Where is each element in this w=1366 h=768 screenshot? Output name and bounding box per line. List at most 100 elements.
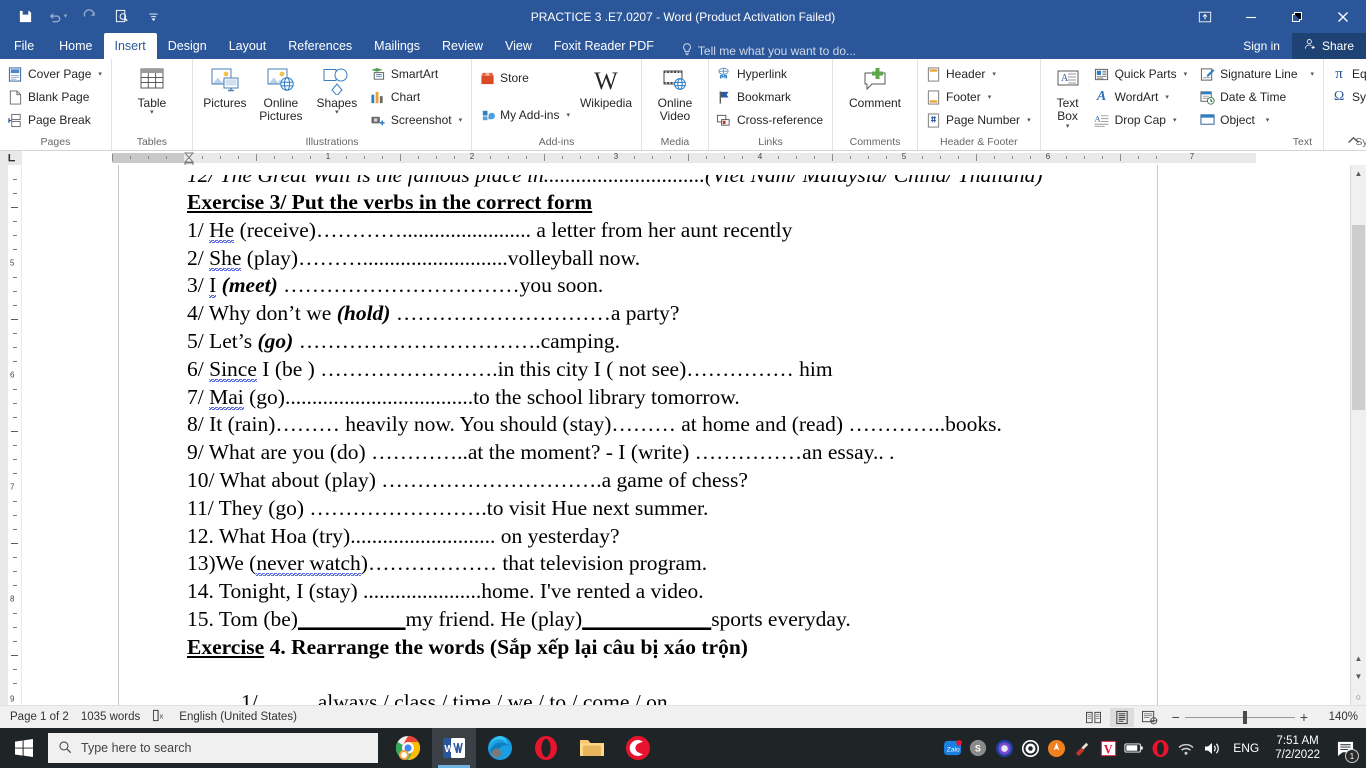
quick-parts-button[interactable]: Quick Parts ▾: [1092, 63, 1192, 85]
tray-skype-icon[interactable]: S: [965, 728, 991, 768]
tab-references[interactable]: References: [277, 33, 363, 59]
comment-button[interactable]: Comment: [844, 63, 906, 110]
chevron-down-icon[interactable]: ▾: [150, 109, 154, 117]
object-button[interactable]: Object ▾: [1197, 109, 1318, 131]
blank-page-button[interactable]: Blank Page: [5, 86, 106, 108]
start-button[interactable]: [0, 728, 48, 768]
tab-view[interactable]: View: [494, 33, 543, 59]
footer-button[interactable]: Footer ▾: [923, 86, 1035, 108]
vertical-scrollbar[interactable]: ▲ ▲ ○ ▼: [1350, 165, 1366, 705]
ribbon-display-options-icon[interactable]: [1182, 0, 1228, 33]
header-button[interactable]: Header ▾: [923, 63, 1035, 85]
tray-language[interactable]: ENG: [1225, 741, 1267, 755]
web-layout-button[interactable]: [1138, 708, 1162, 727]
taskbar-word-icon[interactable]: W: [432, 728, 476, 768]
scrollbar-thumb[interactable]: [1352, 225, 1365, 410]
print-preview-icon[interactable]: [106, 4, 136, 30]
status-page-number[interactable]: Page 1 of 2: [8, 711, 79, 723]
cover-page-button[interactable]: Cover Page ▾: [5, 63, 106, 85]
tray-zalo-icon[interactable]: Zalo: [939, 728, 965, 768]
undo-icon[interactable]: ▾: [42, 4, 72, 30]
previous-page-button[interactable]: ▲: [1351, 650, 1366, 667]
tray-cleaner-icon[interactable]: [1069, 728, 1095, 768]
online-pictures-button[interactable]: Online Pictures: [254, 63, 308, 124]
tray-battery-icon[interactable]: [1121, 728, 1147, 768]
chevron-down-icon[interactable]: ▾: [1266, 116, 1270, 124]
taskbar-ccleaner-icon[interactable]: [616, 728, 660, 768]
date-time-button[interactable]: Date & Time: [1197, 86, 1318, 108]
tray-firefox-icon[interactable]: [991, 728, 1017, 768]
tab-file[interactable]: File: [0, 33, 48, 59]
signature-line-button[interactable]: Signature Line ▾: [1197, 63, 1318, 85]
proofing-errors-icon[interactable]: x: [150, 709, 177, 725]
scroll-up-arrow-icon[interactable]: ▲: [1351, 165, 1366, 181]
tab-review[interactable]: Review: [431, 33, 494, 59]
horizontal-ruler[interactable]: 1 2 3 4 5 6 7: [0, 150, 1366, 168]
chevron-down-icon[interactable]: ▾: [1165, 93, 1169, 101]
hyperlink-button[interactable]: Hyperlink: [714, 63, 827, 85]
chevron-down-icon[interactable]: ▾: [566, 111, 570, 119]
page-number-button[interactable]: Page Number ▾: [923, 109, 1035, 131]
chart-button[interactable]: Chart: [368, 86, 466, 108]
taskbar-explorer-icon[interactable]: [570, 728, 614, 768]
chevron-down-icon[interactable]: ▾: [1027, 116, 1031, 124]
next-page-button[interactable]: ▼: [1351, 668, 1366, 685]
zoom-level[interactable]: 140%: [1318, 711, 1358, 723]
tab-layout[interactable]: Layout: [218, 33, 278, 59]
chevron-down-icon[interactable]: ▾: [988, 93, 992, 101]
zoom-in-button[interactable]: +: [1300, 709, 1308, 725]
save-icon[interactable]: [10, 4, 40, 30]
chevron-down-icon[interactable]: ▾: [1066, 123, 1070, 131]
page-break-button[interactable]: Page Break: [5, 109, 106, 131]
taskbar-chrome-icon[interactable]: [386, 728, 430, 768]
online-video-button[interactable]: Online Video: [651, 63, 699, 124]
print-layout-button[interactable]: [1109, 707, 1134, 727]
sign-in-button[interactable]: Sign in: [1231, 39, 1292, 53]
notification-center-button[interactable]: 1: [1328, 728, 1362, 768]
tray-orange-icon[interactable]: [1043, 728, 1069, 768]
symbol-button[interactable]: Ω Symbol ▾: [1329, 86, 1366, 108]
my-addins-button[interactable]: My Add-ins ▾: [477, 104, 574, 126]
tray-v-icon[interactable]: V: [1095, 728, 1121, 768]
zoom-handle[interactable]: [1242, 710, 1247, 724]
chevron-down-icon[interactable]: ▾: [1311, 70, 1315, 78]
tell-me-search[interactable]: Tell me what you want to do...: [681, 43, 856, 59]
tab-home[interactable]: Home: [48, 33, 103, 59]
status-language[interactable]: English (United States): [177, 711, 307, 723]
drop-cap-button[interactable]: A Drop Cap ▾: [1092, 109, 1192, 131]
zoom-track[interactable]: [1184, 710, 1295, 724]
chevron-down-icon[interactable]: ▾: [1184, 70, 1188, 78]
restore-button[interactable]: [1274, 0, 1320, 33]
document-text[interactable]: 12/ The Great Wall is the famous place i…: [119, 165, 1157, 705]
tray-wifi-icon[interactable]: [1173, 728, 1199, 768]
read-mode-button[interactable]: [1082, 708, 1106, 727]
tab-foxit-reader-pdf[interactable]: Foxit Reader PDF: [543, 33, 665, 59]
equation-button[interactable]: π Equation ▾: [1329, 63, 1366, 85]
tab-selector-button[interactable]: [0, 150, 22, 165]
select-browse-object-button[interactable]: ○: [1351, 688, 1366, 705]
taskbar-edge-icon[interactable]: [478, 728, 522, 768]
zoom-slider[interactable]: − +: [1166, 709, 1314, 725]
redo-icon[interactable]: [74, 4, 104, 30]
zoom-out-button[interactable]: −: [1172, 709, 1180, 725]
chevron-down-icon[interactable]: ▾: [1173, 116, 1177, 124]
chevron-down-icon[interactable]: ▾: [335, 109, 339, 117]
collapse-ribbon-button[interactable]: [1347, 136, 1360, 148]
share-button[interactable]: Share: [1291, 33, 1366, 59]
text-box-button[interactable]: A Text Box ▾: [1046, 63, 1090, 131]
wikipedia-button[interactable]: W Wikipedia: [576, 63, 636, 110]
taskbar-clock[interactable]: 7:51 AM 7/2/2022: [1267, 734, 1328, 762]
chevron-down-icon[interactable]: ▾: [98, 70, 102, 78]
screenshot-button[interactable]: Screenshot ▾: [368, 109, 466, 131]
chevron-down-icon[interactable]: ▾: [459, 116, 463, 124]
tab-mailings[interactable]: Mailings: [363, 33, 431, 59]
tab-design[interactable]: Design: [157, 33, 218, 59]
store-button[interactable]: Store: [477, 67, 574, 89]
tab-insert[interactable]: Insert: [103, 33, 157, 59]
document-page[interactable]: 12/ The Great Wall is the famous place i…: [118, 165, 1158, 705]
tray-opera-icon[interactable]: [1147, 728, 1173, 768]
cross-reference-button[interactable]: Cross-reference: [714, 109, 827, 131]
shapes-button[interactable]: Shapes ▾: [310, 63, 364, 117]
wordart-button[interactable]: A WordArt ▾: [1092, 86, 1192, 108]
tray-target-icon[interactable]: [1017, 728, 1043, 768]
